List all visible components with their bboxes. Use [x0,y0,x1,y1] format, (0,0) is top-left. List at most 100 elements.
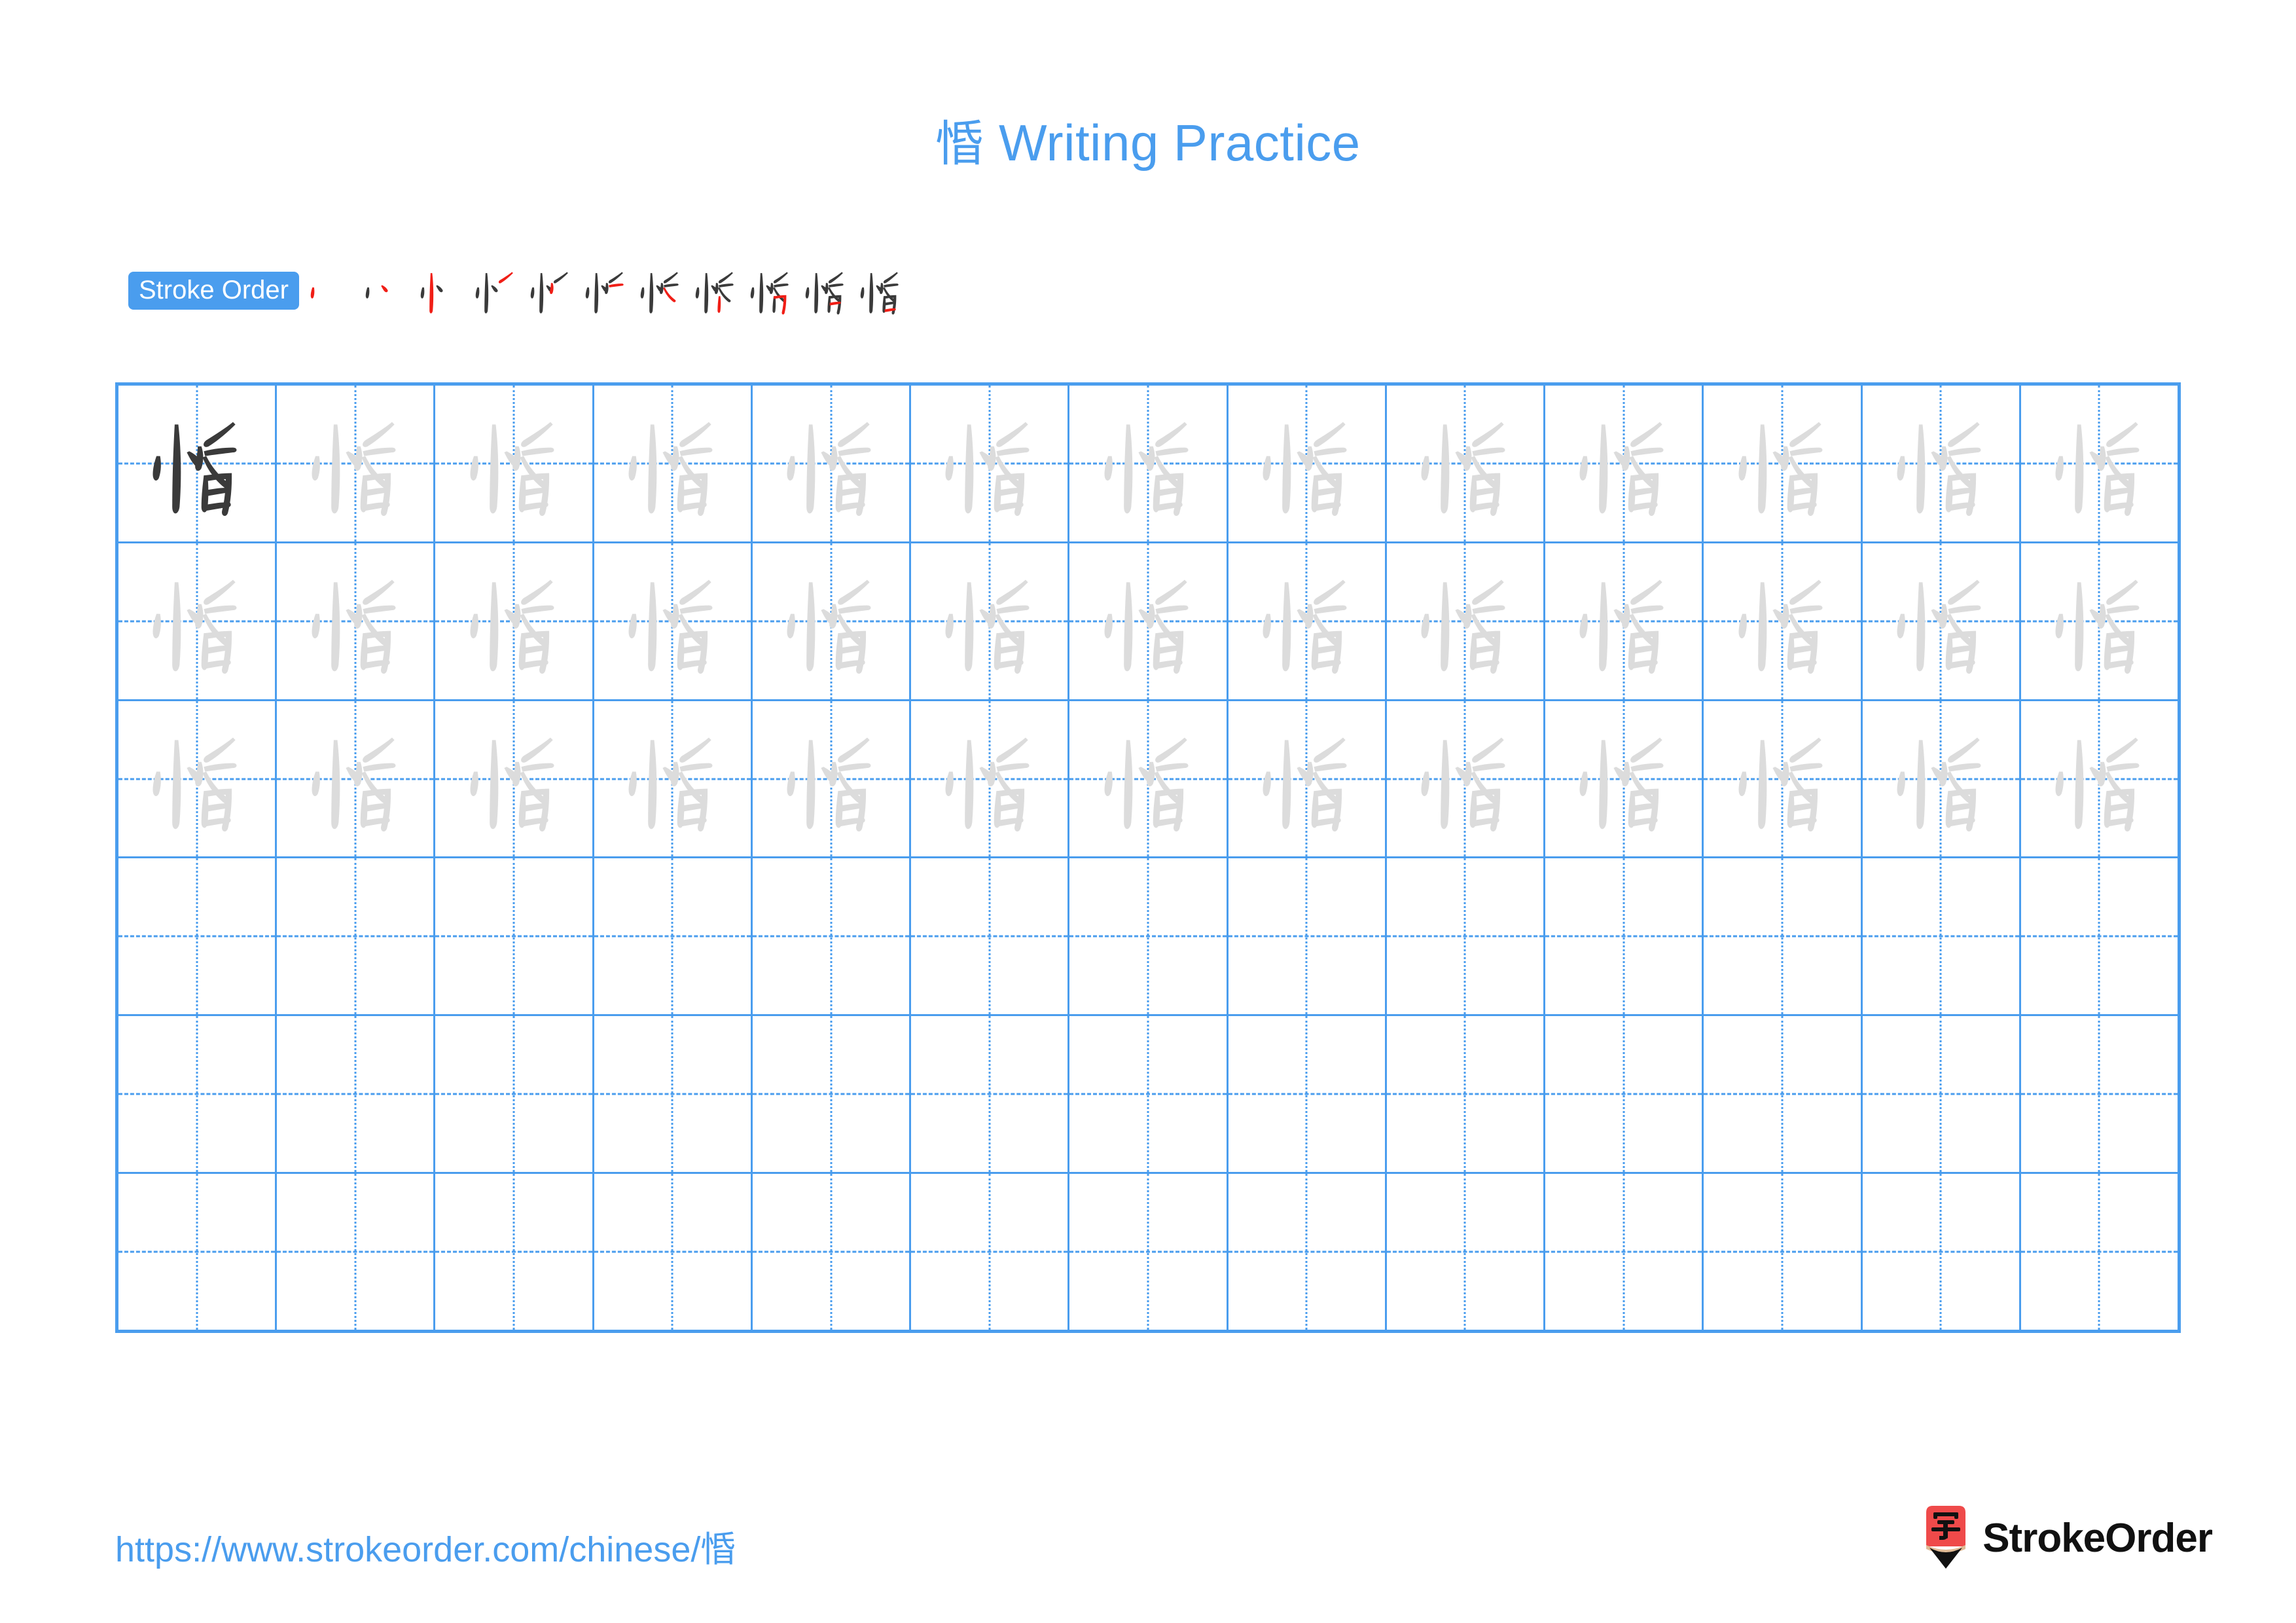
practice-cell-empty[interactable] [594,1174,753,1330]
practice-cell-empty[interactable] [1863,858,2021,1015]
practice-cell-empty[interactable] [277,1016,436,1173]
practice-cell[interactable] [435,386,594,541]
practice-cell[interactable] [1545,543,1704,699]
practice-cell[interactable] [118,543,278,699]
practice-cell-empty[interactable] [753,1016,912,1173]
practice-cell[interactable] [594,543,753,699]
practice-cell-empty[interactable] [753,1174,912,1330]
practice-cell-empty[interactable] [2021,1016,2178,1172]
practice-cell[interactable] [594,386,753,541]
practice-cell[interactable] [911,386,1070,541]
practice-cell[interactable] [2021,386,2178,541]
trace-character [1863,701,2019,857]
practice-cell[interactable] [911,543,1070,699]
practice-cell[interactable] [1229,701,1387,857]
practice-cell-empty[interactable] [1704,858,1863,1015]
trace-character [2021,386,2178,541]
stroke-step-1 [303,259,358,322]
practice-cell-empty[interactable] [911,1016,1070,1173]
practice-cell[interactable] [1069,543,1229,699]
practice-cell[interactable] [277,386,436,541]
practice-cell[interactable] [2021,701,2178,857]
practice-cell[interactable] [1545,386,1704,541]
practice-cell-empty[interactable] [911,858,1070,1015]
practice-cell[interactable] [277,701,436,857]
practice-cell-empty[interactable] [1545,858,1704,1015]
practice-cell[interactable] [1704,386,1863,541]
trace-character [118,543,275,699]
practice-cell[interactable] [1069,701,1229,857]
practice-cell-empty[interactable] [2021,1174,2178,1330]
practice-cell[interactable] [1863,701,2021,857]
trace-character [1545,701,1702,857]
practice-cell-empty[interactable] [1863,1016,2021,1173]
practice-cell-empty[interactable] [435,858,594,1015]
practice-cell-empty[interactable] [2021,858,2178,1014]
practice-cell-empty[interactable] [1704,1016,1863,1173]
trace-character [1704,386,1860,541]
practice-cell[interactable] [1387,386,1546,541]
practice-cell-empty[interactable] [1863,1174,2021,1330]
practice-cell[interactable] [1229,386,1387,541]
practice-cell[interactable] [435,543,594,699]
practice-cell-empty[interactable] [911,1174,1070,1330]
practice-cell[interactable] [753,386,912,541]
practice-cell[interactable] [2021,543,2178,699]
practice-cell[interactable] [1387,543,1546,699]
practice-cell[interactable] [753,701,912,857]
practice-cell[interactable] [118,701,278,857]
practice-cell[interactable] [1387,701,1546,857]
practice-cell[interactable] [1863,386,2021,541]
stroke-step-5 [523,259,578,322]
practice-cell[interactable] [911,701,1070,857]
practice-cell-empty[interactable] [118,1016,278,1173]
practice-cell-empty[interactable] [753,858,912,1015]
stroke-step-2 [358,259,413,322]
practice-cell[interactable] [277,543,436,699]
trace-character [594,386,751,541]
practice-cell-empty[interactable] [1387,1016,1546,1173]
footer-url[interactable]: https://www.strokeorder.com/chinese/惛 [115,1520,736,1572]
practice-cell-empty[interactable] [277,1174,436,1330]
practice-cell[interactable] [1069,386,1229,541]
practice-cell-empty[interactable] [1069,1016,1229,1173]
trace-character [1704,543,1860,699]
practice-cell[interactable] [1229,543,1387,699]
practice-cell-empty[interactable] [1387,858,1546,1015]
practice-cell-empty[interactable] [435,1016,594,1173]
practice-cell-empty[interactable] [1387,1174,1546,1330]
practice-cell-empty[interactable] [277,858,436,1015]
practice-cell[interactable] [753,543,912,699]
page-title: 惛 Writing Practice [0,105,2296,175]
practice-cell[interactable] [435,701,594,857]
practice-cell-empty[interactable] [435,1174,594,1330]
practice-cell[interactable] [594,701,753,857]
trace-character [1387,386,1543,541]
practice-grid-row [118,701,2178,859]
trace-character [1863,543,2019,699]
practice-cell-empty[interactable] [1545,1016,1704,1173]
practice-cell-empty[interactable] [1704,1174,1863,1330]
practice-cell-empty[interactable] [1229,1016,1387,1173]
practice-cell[interactable] [1704,543,1863,699]
practice-cell-empty[interactable] [1545,1174,1704,1330]
practice-cell[interactable] [1545,701,1704,857]
practice-grid-row [118,386,2178,543]
practice-cell-empty[interactable] [594,1016,753,1173]
stroke-order-section: Stroke Order [128,259,908,322]
practice-cell-empty[interactable] [594,858,753,1015]
practice-cell-empty[interactable] [118,858,278,1015]
practice-cell-empty[interactable] [1069,1174,1229,1330]
trace-character [753,386,909,541]
stroke-order-badge: Stroke Order [128,272,299,310]
practice-cell-empty[interactable] [1229,1174,1387,1330]
footer-brand[interactable]: StrokeOrder [1921,1506,2213,1570]
practice-cell[interactable] [1704,701,1863,857]
practice-cell[interactable] [1863,543,2021,699]
practice-cell-empty[interactable] [118,1174,278,1330]
trace-character [911,701,1067,857]
trace-character [911,543,1067,699]
practice-cell[interactable] [118,386,278,541]
practice-cell-empty[interactable] [1069,858,1229,1015]
practice-cell-empty[interactable] [1229,858,1387,1015]
